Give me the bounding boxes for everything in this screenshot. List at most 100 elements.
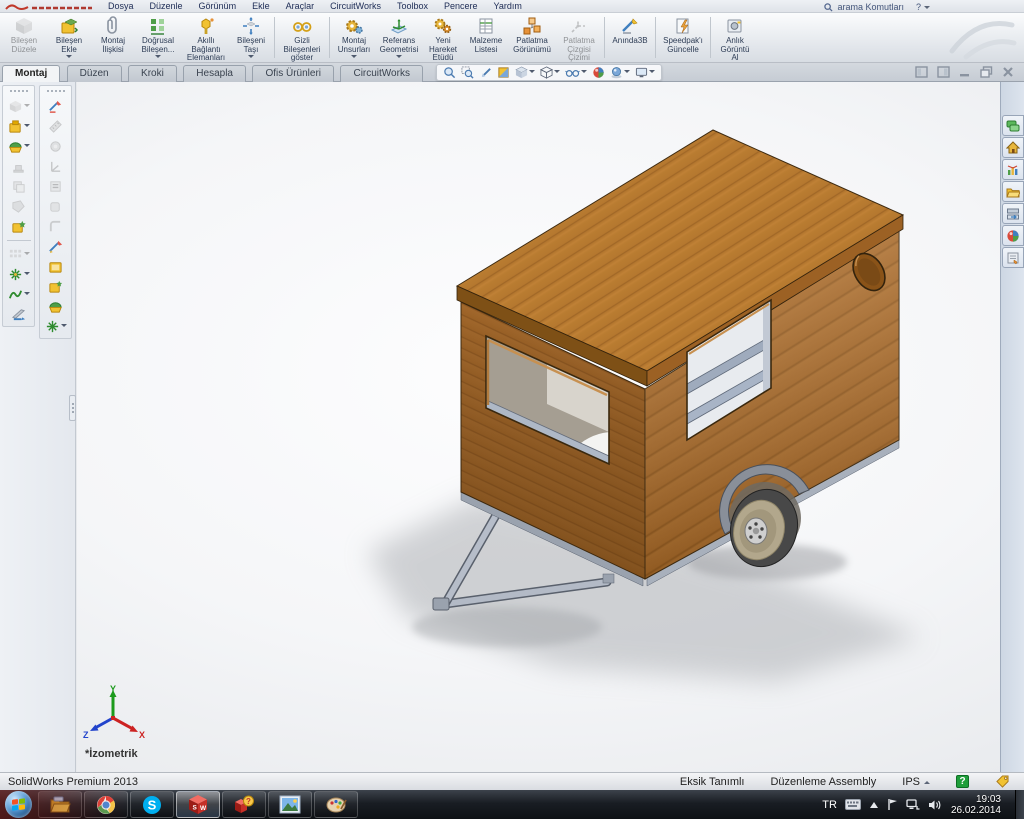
explode-lines-button[interactable]: Patlatma Çizgisi Çizimi: [556, 14, 602, 61]
insert-part-tool[interactable]: [48, 259, 63, 274]
view-orientation-button[interactable]: [515, 66, 535, 79]
quick-tips-button[interactable]: ?: [956, 775, 969, 788]
exploded-view-button[interactable]: Patlatma Görünümü: [508, 14, 556, 61]
smart-component-tool[interactable]: [11, 219, 26, 234]
tab-kroki[interactable]: Kroki: [128, 65, 177, 82]
menu-araclar[interactable]: Araçlar: [278, 1, 323, 12]
apply-scene-button[interactable]: [610, 66, 630, 79]
smart-fasteners-button[interactable]: Akıllı Bağlantı Elemanları: [182, 14, 230, 61]
move-component-button[interactable]: Bileşeni Taşı: [230, 14, 272, 61]
menu-pencere[interactable]: Pencere: [436, 1, 486, 12]
sw-forum-tab[interactable]: [1002, 159, 1024, 180]
display-style-button[interactable]: [540, 66, 560, 79]
unit-system-selector[interactable]: IPS: [902, 776, 930, 788]
edit-appearance-button[interactable]: [592, 66, 605, 79]
envelope-tool[interactable]: [48, 299, 63, 314]
panel-splitter-handle[interactable]: [69, 395, 76, 421]
section-view-button[interactable]: [497, 66, 510, 79]
start-button[interactable]: [5, 791, 32, 818]
3d-sketch-tool[interactable]: [48, 99, 63, 114]
promote-tool[interactable]: [11, 159, 26, 174]
smart-fastener-tool[interactable]: [48, 279, 63, 294]
zoom-to-area-button[interactable]: [461, 66, 474, 79]
graphics-viewport[interactable]: Y X Z *İzometrik: [77, 82, 1000, 772]
fillet-tool[interactable]: [48, 219, 63, 234]
menu-circuitworks[interactable]: CircuitWorks: [322, 1, 389, 12]
keyboard-icon[interactable]: [845, 799, 861, 810]
language-indicator[interactable]: TR: [822, 799, 837, 811]
coordinate-system-tool[interactable]: [48, 159, 63, 174]
previous-view-button[interactable]: [479, 66, 492, 79]
measure-tool[interactable]: [48, 119, 63, 134]
assembly-features-button[interactable]: Montaj Unsurları: [332, 14, 376, 61]
home-tab[interactable]: [1002, 137, 1024, 158]
equations-tool[interactable]: [48, 179, 63, 194]
help-menu[interactable]: ?: [916, 2, 930, 12]
search-commands[interactable]: arama Komutları: [824, 2, 904, 12]
snapshot-button[interactable]: Anlık Görüntü Al: [713, 14, 757, 61]
pane-left-toggle-button[interactable]: [915, 66, 928, 78]
tab-ofis-urunleri[interactable]: Ofis Ürünleri: [252, 65, 334, 82]
menu-ekle[interactable]: Ekle: [244, 1, 278, 12]
file-explorer-tab[interactable]: [1002, 203, 1024, 224]
edit-component-tool[interactable]: [8, 99, 30, 114]
pane-right-toggle-button[interactable]: [937, 66, 950, 78]
action-center-flag-icon[interactable]: [887, 798, 898, 811]
taskbar-windows-explorer[interactable]: [38, 791, 82, 818]
toolbar-drag-handle[interactable]: [47, 90, 65, 92]
network-icon[interactable]: [906, 799, 920, 811]
mate-flyout-tool[interactable]: [45, 319, 67, 334]
taskbar-solidworks-rx[interactable]: ?: [222, 791, 266, 818]
surface-tool[interactable]: [48, 199, 63, 214]
taskbar-photo-viewer[interactable]: [268, 791, 312, 818]
menu-dosya[interactable]: Dosya: [100, 1, 142, 12]
instant3d-button[interactable]: Anında3B: [607, 14, 653, 61]
mate-tool[interactable]: [8, 267, 30, 282]
sketch-tool[interactable]: [48, 239, 63, 254]
with-mate-tool[interactable]: [8, 139, 30, 154]
edit-component-button[interactable]: Bileşen Düzele: [2, 14, 46, 61]
copy-component-tool[interactable]: [11, 179, 26, 194]
motion-study-button[interactable]: Yeni Hareket Etüdü: [422, 14, 464, 61]
flexible-component-tool[interactable]: [8, 287, 30, 302]
show-desktop-button[interactable]: [1015, 790, 1024, 819]
restore-button[interactable]: [980, 66, 993, 78]
minimize-button[interactable]: [959, 66, 971, 78]
mate-button[interactable]: Montaj İlişkisi: [92, 14, 134, 61]
reload-tool[interactable]: [11, 307, 26, 322]
reference-geometry-button[interactable]: Referans Geometrisi: [376, 14, 422, 61]
menu-toolbox[interactable]: Toolbox: [389, 1, 436, 12]
insert-component-button[interactable]: Bileşen Ekle: [46, 14, 92, 61]
close-button[interactable]: [1002, 66, 1014, 78]
tab-duzen[interactable]: Düzen: [67, 65, 122, 82]
tab-montaj[interactable]: Montaj: [2, 65, 60, 82]
show-hidden-components-button[interactable]: Gizli Bileşenleri göster: [277, 14, 327, 61]
cavity-tool[interactable]: [11, 199, 26, 214]
linear-pattern-button[interactable]: Doğrusal Bileşen...: [134, 14, 182, 61]
mass-properties-tool[interactable]: [48, 139, 63, 154]
menu-yardim[interactable]: Yardım: [486, 1, 530, 12]
view-settings-button[interactable]: [635, 66, 655, 79]
speedpak-button[interactable]: Speedpak'ı Güncelle: [658, 14, 708, 61]
volume-icon[interactable]: [928, 799, 941, 811]
custom-properties-tab[interactable]: [1002, 247, 1024, 268]
bom-button[interactable]: Malzeme Listesi: [464, 14, 508, 61]
pattern-tool[interactable]: [8, 247, 30, 262]
taskbar-google-chrome[interactable]: [84, 791, 128, 818]
insert-component-tool[interactable]: [8, 119, 30, 134]
zoom-to-fit-button[interactable]: [443, 66, 456, 79]
tab-circuitworks[interactable]: CircuitWorks: [340, 65, 422, 82]
hidden-icons-button[interactable]: [869, 801, 879, 809]
tags-icon[interactable]: [995, 775, 1010, 788]
menu-gorunum[interactable]: Görünüm: [191, 1, 245, 12]
toolbar-drag-handle[interactable]: [10, 90, 28, 92]
solidworks-resources-tab[interactable]: [1002, 115, 1024, 136]
taskbar-solidworks[interactable]: SW: [176, 791, 220, 818]
taskbar-skype[interactable]: S: [130, 791, 174, 818]
taskbar-clock[interactable]: 19:03 26.02.2014: [951, 794, 1001, 816]
tab-hesapla[interactable]: Hesapla: [183, 65, 246, 82]
menu-duzenle[interactable]: Düzenle: [142, 1, 191, 12]
design-library-tab[interactable]: [1002, 181, 1024, 202]
appearances-scenes-tab[interactable]: [1002, 225, 1024, 246]
hide-show-items-button[interactable]: [565, 66, 587, 79]
